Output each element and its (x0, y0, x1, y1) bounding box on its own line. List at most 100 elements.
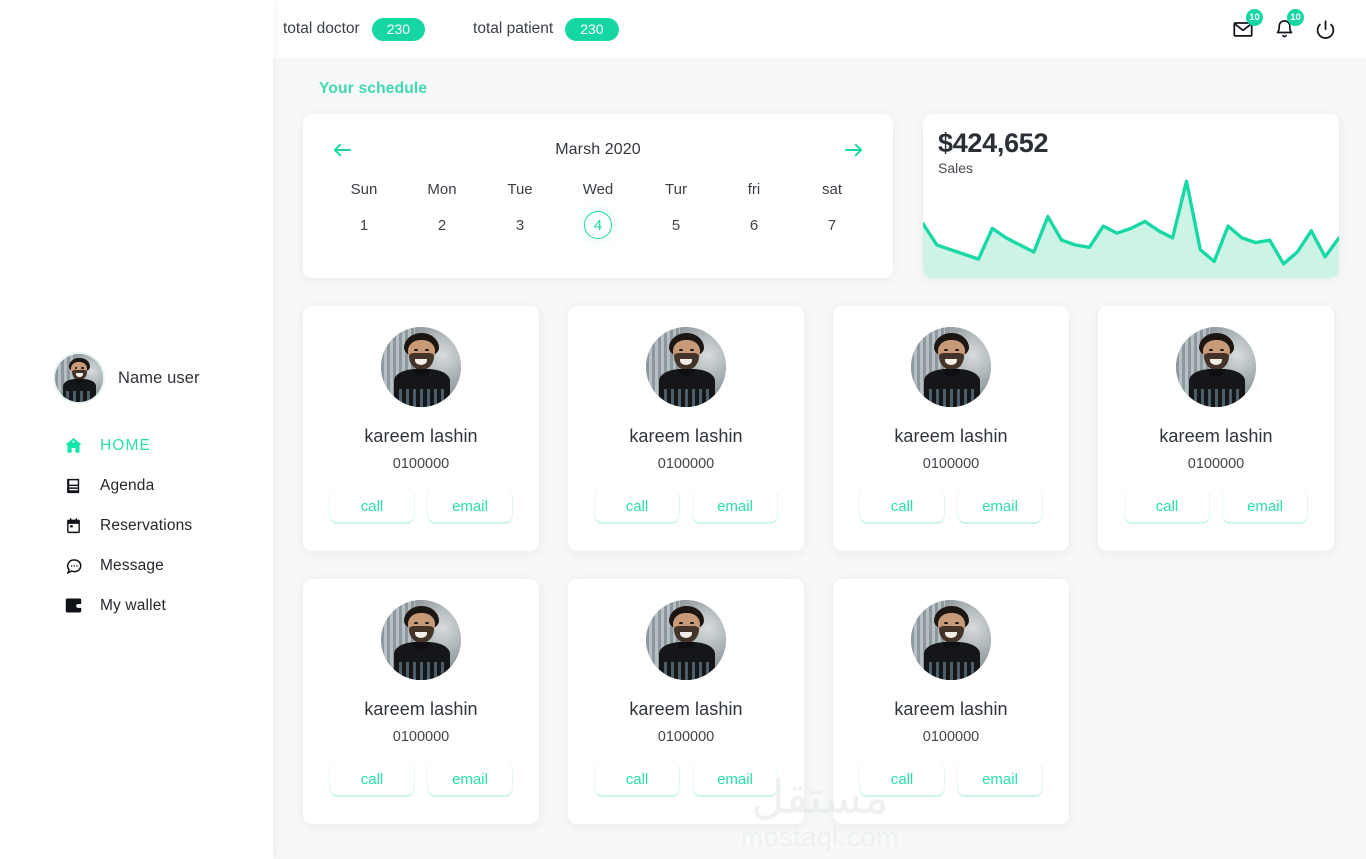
page-title: Your schedule (319, 80, 428, 97)
arrow-left-icon[interactable] (329, 142, 355, 158)
person-actions: call email (595, 763, 777, 795)
sidebar-item-message[interactable]: Message (64, 554, 273, 577)
weekday-label: Wed (582, 181, 614, 198)
sidebar-item-label: Reservations (100, 516, 193, 534)
day-number: 4 (584, 211, 612, 239)
weekday-row: Sun Mon Tue Wed Tur fri sat (325, 181, 871, 198)
person-phone: 0100000 (657, 456, 715, 472)
email-button[interactable]: email (428, 490, 512, 522)
sidebar-item-my-wallet[interactable]: My wallet (64, 594, 273, 617)
stat-total-patient: total patient 230 (473, 17, 619, 41)
avatar (381, 327, 461, 407)
book-icon (64, 476, 83, 495)
power-button[interactable] (1313, 17, 1337, 41)
day-number: 2 (437, 216, 447, 234)
content-area: Your schedule Marsh 2020 Sun Mon Tue Wed… (273, 58, 1366, 859)
sidebar-user-name: Name user (118, 368, 200, 387)
call-button[interactable]: call (330, 763, 414, 795)
avatar (381, 600, 461, 680)
arrow-right-icon[interactable] (841, 142, 867, 158)
email-button[interactable]: email (1223, 490, 1307, 522)
stat-label: total patient (473, 20, 554, 37)
person-actions: call email (1125, 490, 1307, 522)
stat-count-badge: 230 (565, 17, 619, 41)
person-name: kareem lashin (364, 699, 478, 719)
day-cell-selected[interactable]: 4 (559, 210, 637, 240)
sales-label: Sales (938, 160, 974, 177)
email-button[interactable]: email (428, 763, 512, 795)
day-number: 1 (359, 216, 369, 234)
day-cell[interactable]: 7 (793, 210, 871, 240)
weekday-label: fri (747, 181, 761, 198)
day-cell[interactable]: 5 (637, 210, 715, 240)
call-button[interactable]: call (595, 763, 679, 795)
mail-button[interactable]: 10 (1231, 9, 1263, 41)
weekday-label: Sun (350, 181, 378, 198)
sales-card: $424,652 Sales (923, 114, 1339, 278)
avatar (911, 600, 991, 680)
person-name: kareem lashin (629, 699, 743, 719)
people-grid: kareem lashin 0100000 call email kareem lash… (303, 306, 1339, 824)
person-name: kareem lashin (894, 699, 1008, 719)
sidebar-user-profile[interactable]: Name user (0, 352, 273, 404)
email-button[interactable]: email (693, 763, 777, 795)
person-phone: 0100000 (1187, 456, 1245, 472)
call-button[interactable]: call (1125, 490, 1209, 522)
day-number: 6 (749, 216, 759, 234)
avatar (911, 327, 991, 407)
schedule-card: Marsh 2020 Sun Mon Tue Wed Tur fri sat 1… (303, 114, 893, 278)
avatar (1176, 327, 1256, 407)
sidebar-item-reservations[interactable]: Reservations (64, 514, 273, 537)
notifications-button[interactable]: 10 (1272, 9, 1304, 41)
call-button[interactable]: call (595, 490, 679, 522)
notifications-badge: 10 (1287, 9, 1304, 26)
avatar (646, 600, 726, 680)
person-name: kareem lashin (1159, 426, 1273, 446)
weekday-label: Mon (427, 181, 457, 198)
email-button[interactable]: email (958, 490, 1042, 522)
call-button[interactable]: call (330, 490, 414, 522)
person-actions: call email (330, 490, 512, 522)
day-cell[interactable]: 1 (325, 210, 403, 240)
sidebar-nav: HOME Agenda Reservations Message My wall… (0, 434, 273, 617)
day-number: 7 (827, 216, 837, 234)
person-card: kareem lashin 0100000 call email (303, 306, 539, 551)
day-cell[interactable]: 3 (481, 210, 559, 240)
person-card: kareem lashin 0100000 call email (833, 306, 1069, 551)
sidebar-item-label: Agenda (100, 476, 155, 494)
person-card: kareem lashin 0100000 call email (833, 579, 1069, 824)
day-cell[interactable]: 2 (403, 210, 481, 240)
weekday-label: sat (821, 181, 842, 198)
person-card: kareem lashin 0100000 call email (568, 306, 804, 551)
main-area: total doctor 230 total patient 230 10 10… (273, 0, 1366, 859)
call-button[interactable]: call (860, 763, 944, 795)
person-card: kareem lashin 0100000 call email (568, 579, 804, 824)
dashboard-root: Name user HOME Agenda Reservations Messa… (0, 0, 1366, 859)
calendar-icon (64, 516, 83, 535)
person-actions: call email (330, 763, 512, 795)
sidebar-item-agenda[interactable]: Agenda (64, 474, 273, 497)
stat-label: total doctor (283, 20, 360, 37)
sidebar-item-home[interactable]: HOME (64, 434, 273, 457)
chat-bubble-icon (64, 556, 83, 575)
wallet-icon (64, 596, 83, 615)
person-phone: 0100000 (922, 456, 980, 472)
weekday-label: Tue (507, 181, 533, 198)
call-button[interactable]: call (860, 490, 944, 522)
watermark-latin: mostaql.com (740, 822, 900, 852)
person-name: kareem lashin (364, 426, 478, 446)
person-phone: 0100000 (657, 729, 715, 745)
sales-sparkline-chart (923, 179, 1339, 278)
mail-badge: 10 (1246, 9, 1263, 26)
weekday-label: Tur (665, 181, 687, 198)
person-card: kareem lashin 0100000 call email (303, 579, 539, 824)
sidebar: Name user HOME Agenda Reservations Messa… (0, 0, 273, 859)
top-row: Marsh 2020 Sun Mon Tue Wed Tur fri sat 1… (303, 114, 1339, 278)
avatar (646, 327, 726, 407)
email-button[interactable]: email (693, 490, 777, 522)
email-button[interactable]: email (958, 763, 1042, 795)
day-cell[interactable]: 6 (715, 210, 793, 240)
person-name: kareem lashin (894, 426, 1008, 446)
person-actions: call email (860, 763, 1042, 795)
schedule-header: Marsh 2020 (325, 136, 871, 164)
